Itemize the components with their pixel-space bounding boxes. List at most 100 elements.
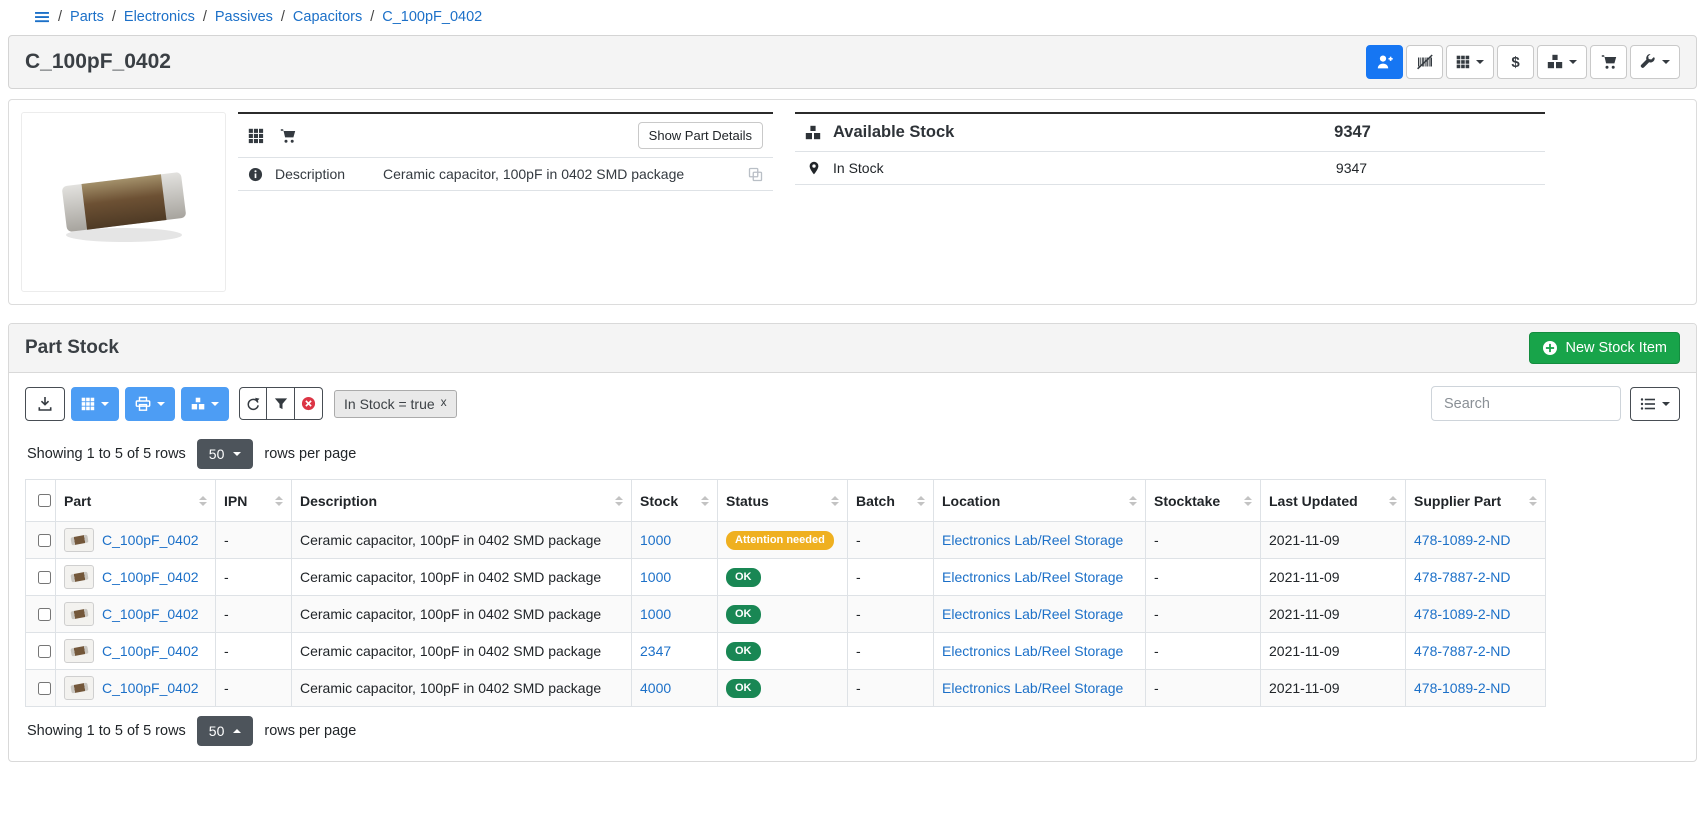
column-header-batch[interactable]: Batch <box>848 480 934 522</box>
breadcrumb-link-current-part[interactable]: C_100pF_0402 <box>382 9 482 25</box>
part-link[interactable]: C_100pF_0402 <box>102 680 199 696</box>
row-checkbox[interactable] <box>38 682 51 695</box>
part-thumbnail[interactable] <box>64 528 94 552</box>
last-updated-cell: 2021-11-09 <box>1261 633 1406 670</box>
column-header-status[interactable]: Status <box>718 480 848 522</box>
location-link[interactable]: Electronics Lab/Reel Storage <box>942 643 1123 659</box>
subscribe-button[interactable] <box>1366 45 1403 79</box>
breadcrumb-link-electronics[interactable]: Electronics <box>124 9 195 25</box>
last-updated-cell: 2021-11-09 <box>1261 596 1406 633</box>
column-header-location[interactable]: Location <box>934 480 1146 522</box>
stock-link[interactable]: 2347 <box>640 643 671 659</box>
stocktake-cell: - <box>1146 670 1261 707</box>
export-button[interactable] <box>25 387 65 421</box>
sort-icon <box>1523 496 1537 506</box>
location-link[interactable]: Electronics Lab/Reel Storage <box>942 606 1123 622</box>
column-header-ipn[interactable]: IPN <box>216 480 292 522</box>
copy-icon[interactable] <box>748 167 763 182</box>
stock-options-menu-button[interactable] <box>181 387 229 421</box>
column-header-part[interactable]: Part <box>56 480 216 522</box>
breadcrumb-link-parts[interactable]: Parts <box>70 9 104 25</box>
stock-actions-menu-button[interactable] <box>1537 45 1587 79</box>
part-image[interactable] <box>21 112 226 292</box>
column-header-stocktake[interactable]: Stocktake <box>1146 480 1261 522</box>
part-thumbnail[interactable] <box>64 565 94 589</box>
location-link[interactable]: Electronics Lab/Reel Storage <box>942 532 1123 548</box>
part-thumbnail[interactable] <box>64 639 94 663</box>
supplier-part-link[interactable]: 478-1089-2-ND <box>1414 606 1511 622</box>
new-stock-item-button[interactable]: New Stock Item <box>1529 332 1680 364</box>
stock-link[interactable]: 1000 <box>640 606 671 622</box>
part-thumbnail[interactable] <box>64 602 94 626</box>
stocktake-cell: - <box>1146 522 1261 559</box>
download-icon <box>37 396 53 412</box>
refresh-button[interactable] <box>239 387 267 420</box>
select-all-checkbox[interactable] <box>38 494 51 507</box>
menu-icon[interactable] <box>34 9 50 25</box>
supplier-part-link[interactable]: 478-1089-2-ND <box>1414 680 1511 696</box>
show-part-details-button[interactable]: Show Part Details <box>638 122 763 149</box>
row-checkbox[interactable] <box>38 571 51 584</box>
stock-summary-table: Available Stock 9347 In Stock 9347 <box>795 112 1545 185</box>
pricing-button[interactable]: $ <box>1497 45 1534 79</box>
print-menu-button[interactable] <box>125 387 175 421</box>
part-link[interactable]: C_100pF_0402 <box>102 606 199 622</box>
supplier-part-link[interactable]: 478-7887-2-ND <box>1414 569 1511 585</box>
pagination-summary: Showing 1 to 5 of 5 rows <box>27 723 186 739</box>
sort-icon <box>609 496 623 506</box>
pagination-top: Showing 1 to 5 of 5 rows 50 rows per pag… <box>9 430 1696 478</box>
page-size-dropdown[interactable]: 50 <box>197 716 254 746</box>
batch-cell: - <box>848 633 934 670</box>
sort-icon <box>1383 496 1397 506</box>
breadcrumb-link-capacitors[interactable]: Capacitors <box>293 9 362 25</box>
part-link[interactable]: C_100pF_0402 <box>102 532 199 548</box>
row-checkbox[interactable] <box>38 608 51 621</box>
barcode-actions-button[interactable] <box>1406 45 1443 79</box>
table-row: C_100pF_0402 - Ceramic capacitor, 100pF … <box>26 596 1546 633</box>
in-stock-row: In Stock 9347 <box>795 152 1545 185</box>
column-header-last-updated[interactable]: Last Updated <box>1261 480 1406 522</box>
page-size-dropdown[interactable]: 50 <box>197 439 254 469</box>
ipn-cell: - <box>216 596 292 633</box>
map-marker-icon <box>807 161 821 175</box>
sort-icon <box>911 496 925 506</box>
column-header-description[interactable]: Description <box>292 480 632 522</box>
plus-circle-icon <box>1542 340 1558 356</box>
remove-filter-icon[interactable]: x <box>441 396 447 408</box>
stock-link[interactable]: 1000 <box>640 532 671 548</box>
column-list-menu-button[interactable] <box>1630 387 1680 421</box>
order-actions-button[interactable] <box>1590 45 1627 79</box>
part-stock-panel: Part Stock New Stock Item In Stock = tru… <box>8 323 1697 762</box>
view-actions-menu-button[interactable] <box>1446 45 1494 79</box>
stock-link[interactable]: 1000 <box>640 569 671 585</box>
part-link[interactable]: C_100pF_0402 <box>102 569 199 585</box>
batch-cell: - <box>848 522 934 559</box>
supplier-part-link[interactable]: 478-1089-2-ND <box>1414 532 1511 548</box>
batch-cell: - <box>848 559 934 596</box>
available-stock-value: 9347 <box>1170 123 1535 142</box>
chevron-down-icon <box>1569 60 1577 64</box>
column-header-supplier-part[interactable]: Supplier Part <box>1406 480 1546 522</box>
part-thumbnail[interactable] <box>64 676 94 700</box>
ipn-cell: - <box>216 633 292 670</box>
page: / Parts / Electronics / Passives / Capac… <box>0 0 1705 762</box>
add-filter-button[interactable] <box>267 387 295 420</box>
row-checkbox[interactable] <box>38 645 51 658</box>
cart-icon-button[interactable] <box>280 128 296 144</box>
column-header-stock[interactable]: Stock <box>632 480 718 522</box>
filter-chip-in-stock[interactable]: In Stock = true x <box>334 390 457 418</box>
search-input[interactable] <box>1431 386 1621 421</box>
location-link[interactable]: Electronics Lab/Reel Storage <box>942 569 1123 585</box>
supplier-part-link[interactable]: 478-7887-2-ND <box>1414 643 1511 659</box>
part-actions-menu-button[interactable] <box>1630 45 1680 79</box>
breadcrumb-link-passives[interactable]: Passives <box>215 9 273 25</box>
clear-filters-button[interactable] <box>295 387 323 420</box>
grid-icon-button[interactable] <box>248 128 264 144</box>
ipn-cell: - <box>216 559 292 596</box>
row-checkbox[interactable] <box>38 534 51 547</box>
sort-icon <box>825 496 839 506</box>
location-link[interactable]: Electronics Lab/Reel Storage <box>942 680 1123 696</box>
part-link[interactable]: C_100pF_0402 <box>102 643 199 659</box>
stock-link[interactable]: 4000 <box>640 680 671 696</box>
barcode-menu-button[interactable] <box>71 387 119 421</box>
